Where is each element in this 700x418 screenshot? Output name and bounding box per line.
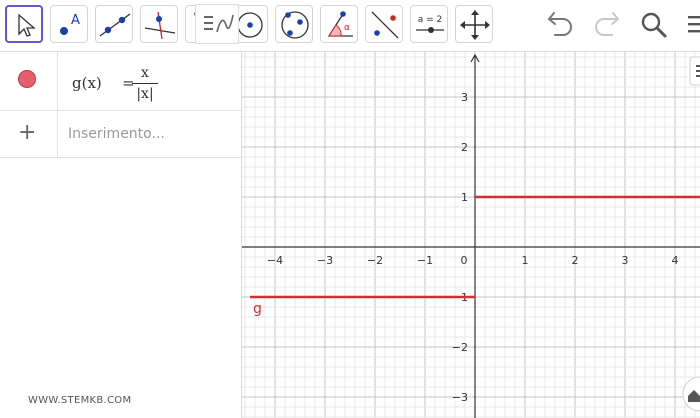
move-tool[interactable]: [5, 5, 43, 43]
line-through-points-icon: [99, 13, 131, 37]
toolbar: A α a = 2: [0, 0, 700, 52]
formula-fraction: x |x|: [132, 65, 158, 102]
y-tick-label: 2: [461, 141, 468, 154]
move-graphics-view-tool[interactable]: [455, 5, 493, 43]
y-tick-label: 3: [461, 91, 468, 104]
y-tick-label: −3: [452, 391, 468, 404]
formula-denominator: |x|: [136, 86, 154, 102]
slider-icon: a = 2: [416, 15, 444, 33]
menu-icon: [688, 16, 700, 33]
perpendicular-line-icon: [144, 11, 176, 40]
redo-button[interactable]: [590, 8, 624, 42]
style-bar-icon: [204, 14, 234, 33]
algebra-row-g[interactable]: g(x) = x |x|: [0, 52, 241, 111]
redo-icon: [595, 12, 619, 36]
y-tick-label: −2: [452, 341, 468, 354]
visibility-toggle-g[interactable]: [18, 70, 36, 88]
angle-tool-label: α: [344, 23, 350, 33]
reflect-tool[interactable]: [365, 5, 403, 43]
line-tool[interactable]: [95, 5, 133, 43]
row-separator: [57, 111, 58, 157]
x-tick-label: 4: [672, 254, 679, 267]
add-icon[interactable]: +: [18, 120, 36, 146]
graphics-view[interactable]: −4−3−2−101234321−1−2−3g: [242, 52, 700, 418]
x-tick-label: −4: [267, 254, 283, 267]
search-icon: [641, 12, 667, 38]
algebra-view: g(x) = x |x| + WWW.STEMKB.COM: [0, 52, 242, 418]
x-tick-label: −3: [317, 254, 333, 267]
slider-tool-label: a = 2: [418, 15, 443, 25]
point-tool-label: A: [71, 13, 80, 28]
undo-icon: [548, 12, 572, 36]
slider-tool[interactable]: a = 2: [410, 5, 448, 43]
move-arrows-icon: [460, 10, 490, 40]
x-tick-label: −1: [417, 254, 433, 267]
circle-three-points-icon: [281, 11, 309, 39]
formula-numerator: x: [141, 65, 149, 81]
menu-button[interactable]: [684, 8, 700, 42]
circle-three-points-tool[interactable]: [275, 5, 313, 43]
y-tick-label: 1: [461, 191, 468, 204]
row-separator: [57, 52, 58, 110]
algebra-input-row[interactable]: +: [0, 111, 241, 158]
function-label[interactable]: g: [253, 301, 262, 317]
x-tick-label: 1: [522, 254, 529, 267]
reflect-about-line-icon: [371, 11, 399, 39]
undo-button[interactable]: [543, 8, 577, 42]
watermark: WWW.STEMKB.COM: [28, 395, 132, 406]
angle-icon: α: [327, 11, 353, 37]
point-tool[interactable]: A: [50, 5, 88, 43]
perpendicular-line-tool[interactable]: [140, 5, 178, 43]
x-tick-label: 2: [572, 254, 579, 267]
point-A-icon: A: [60, 13, 80, 35]
cursor-arrow-icon: [18, 13, 36, 37]
x-tick-label: 0: [461, 254, 468, 267]
fraction-bar: [132, 83, 158, 84]
search-button[interactable]: [637, 8, 671, 42]
coordinate-plane[interactable]: −4−3−2−101234321−1−2−3g: [242, 52, 700, 418]
graphics-menu-icon-line: [696, 65, 700, 67]
formula-lhs: g(x): [72, 74, 102, 92]
graphics-menu-icon-line: [696, 70, 700, 72]
x-tick-label: 3: [622, 254, 629, 267]
x-tick-label: −2: [367, 254, 383, 267]
algebra-input[interactable]: [68, 124, 228, 144]
graphics-menu-icon-line: [696, 75, 700, 77]
style-bar-toggle-button[interactable]: [195, 4, 239, 44]
angle-tool[interactable]: α: [320, 5, 358, 43]
